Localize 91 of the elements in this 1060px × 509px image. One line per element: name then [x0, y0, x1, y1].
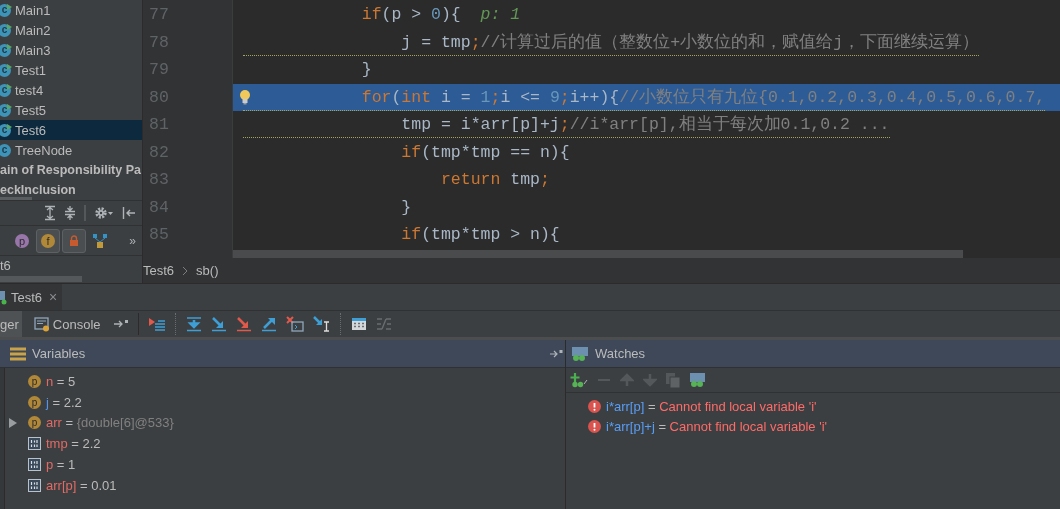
settings-icon[interactable] [94, 205, 114, 220]
variable-entry[interactable]: n = 5 [46, 373, 76, 389]
pin-left-icon[interactable] [122, 205, 136, 220]
trace-icon[interactable] [375, 317, 392, 331]
expand-arrow-icon[interactable] [9, 418, 17, 428]
local-variable-icon [28, 458, 41, 472]
glasses-icon [571, 345, 589, 362]
class-icon: c [0, 143, 11, 157]
code-text: return tmp; [439, 169, 550, 191]
breadcrumb[interactable]: Test6 [143, 263, 175, 278]
tree-row[interactable]: c Test5 [0, 100, 142, 120]
close-button[interactable]: × [49, 289, 58, 305]
code-text: for(int i = 1;i <= 9;i++){//小数位只有九位{0.1,0.2,0.3,0.4,0.5,0.6,0.7, [242, 85, 1046, 111]
variable-entry[interactable]: p = 1 [46, 457, 76, 473]
step-out-icon[interactable] [260, 316, 277, 332]
code-text: } [360, 59, 372, 81]
lock-icon [68, 234, 80, 247]
scrollbar[interactable] [233, 250, 963, 258]
tab-label[interactable]: t6 [0, 258, 11, 274]
toolbar-tab[interactable]: ger [0, 311, 22, 337]
bug-icon [0, 289, 8, 305]
tree-row[interactable]: eckInclusion [0, 180, 142, 200]
watch-entry[interactable]: i*arr[p]+j = Cannot find local variable 'i' [606, 419, 828, 435]
class-name: Test5 [15, 102, 47, 118]
code-text: if(tmp*tmp > n){ [400, 224, 560, 246]
class-name: TreeNode [15, 142, 73, 158]
class-name: Main1 [15, 2, 51, 18]
local-variable-icon [28, 437, 41, 451]
scrollbar[interactable] [0, 276, 82, 282]
calculator-icon[interactable] [350, 317, 367, 331]
restore-icon[interactable] [112, 319, 129, 329]
parameter-icon: p [28, 416, 41, 430]
code-text: j = tmp;//计算过后的值（整数位+小数位的和，赋值给j，下面继续运算） [242, 30, 980, 56]
add-watch-icon[interactable] [570, 372, 588, 388]
filter-toggle[interactable] [62, 228, 86, 253]
stack-icon [10, 346, 26, 361]
variable-entry[interactable]: arr = {double[6]@533} [46, 415, 174, 431]
collapse-all-icon[interactable] [64, 204, 76, 221]
tree-row[interactable]: c Test1 [0, 60, 142, 80]
class-icon: c [0, 103, 11, 117]
tree-row[interactable]: c Main1 [0, 0, 142, 20]
class-name: Test6 [15, 122, 47, 138]
step-over-icon[interactable] [185, 316, 202, 332]
package-name: eckInclusion [0, 183, 76, 197]
tree-row[interactable]: c Main2 [0, 20, 142, 40]
class-name: Main3 [15, 42, 51, 58]
variable-entry[interactable]: j = 2.2 [46, 394, 82, 410]
debug-tab[interactable]: Test6 × [0, 284, 62, 310]
console-icon [33, 316, 50, 332]
panel-title: Variables [32, 346, 86, 361]
variable-entry[interactable]: arr[p] = 0.01 [46, 477, 117, 493]
run-to-cursor-icon[interactable] [312, 316, 331, 332]
toolbar-tab[interactable]: Console [30, 311, 104, 337]
parameter-icon: p [28, 395, 41, 409]
watch-entry[interactable]: i*arr[p] = Cannot find local variable 'i' [606, 398, 817, 414]
restore-icon[interactable] [549, 349, 563, 359]
drop-frame-icon[interactable] [285, 316, 304, 332]
lightbulb-icon[interactable] [239, 88, 251, 105]
expand-all-icon[interactable] [44, 204, 56, 221]
hierarchy-icon [93, 233, 107, 248]
class-icon: c [0, 3, 11, 17]
more-button[interactable]: » [129, 233, 136, 248]
panel-title: Watches [595, 346, 646, 361]
code-text: if(tmp*tmp == n){ [400, 141, 570, 164]
breadcrumb[interactable]: sb() [196, 263, 219, 278]
class-name: Main2 [15, 22, 51, 38]
variable-entry[interactable]: tmp = 2.2 [46, 436, 101, 452]
tree-row[interactable]: c test4 [0, 80, 142, 100]
class-icon: c [0, 83, 11, 97]
code-text: } [400, 196, 412, 219]
code-text: tmp = i*arr[p]+j;//i*arr[p],相当于每次加0.1,0.2 ... [242, 113, 890, 138]
chevron-icon [182, 265, 189, 276]
step-into-icon[interactable] [210, 316, 227, 332]
class-icon: c [0, 123, 11, 137]
filter-toggle[interactable]: p [10, 228, 34, 253]
class-icon: c [0, 23, 11, 37]
tab-label: Test6 [11, 289, 43, 305]
force-step-into-icon[interactable] [235, 316, 252, 332]
local-variable-icon [28, 478, 41, 492]
parameter-icon: p [28, 374, 41, 388]
execution-point-icon[interactable] [147, 316, 166, 332]
filter-toggle[interactable]: f [36, 228, 60, 253]
class-icon: c [0, 43, 11, 57]
class-icon: c [0, 63, 11, 77]
tree-row[interactable]: c TreeNode [0, 140, 142, 160]
class-name: Test1 [15, 62, 47, 78]
code-text: if(p > 0){ p: 1 [360, 4, 521, 26]
glasses-icon[interactable] [689, 372, 705, 388]
tree-row[interactable]: c Main3 [0, 40, 142, 60]
tree-row[interactable]: c Test6 [0, 120, 142, 140]
class-name: test4 [15, 82, 44, 98]
